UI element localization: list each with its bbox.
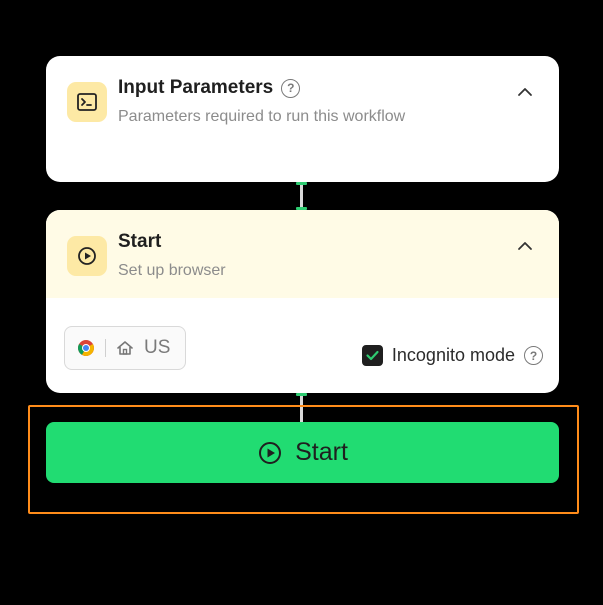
chevron-up-icon[interactable] xyxy=(517,84,533,100)
home-icon xyxy=(117,341,133,355)
check-icon xyxy=(366,350,379,361)
start-node-subtitle: Set up browser xyxy=(118,262,226,279)
chip-divider xyxy=(105,339,106,357)
help-icon[interactable]: ? xyxy=(281,78,301,98)
incognito-label: Incognito mode xyxy=(391,345,515,365)
input-parameters-node[interactable]: Input Parameters ? Parameters required t… xyxy=(46,56,559,182)
play-circle-icon xyxy=(259,441,282,464)
connector-handle[interactable] xyxy=(296,393,307,396)
play-circle-icon xyxy=(67,236,107,276)
start-button-label: Start xyxy=(295,438,348,466)
terminal-icon xyxy=(67,82,107,122)
input-parameters-header: Input Parameters ? Parameters required t… xyxy=(46,56,559,144)
workflow-canvas: Input Parameters ? Parameters required t… xyxy=(0,0,603,605)
incognito-checkbox[interactable] xyxy=(361,345,383,366)
chrome-icon xyxy=(78,340,94,356)
input-parameters-subtitle: Parameters required to run this workflow xyxy=(118,108,406,125)
start-node-header: Start Set up browser xyxy=(46,210,559,298)
connector-handle[interactable] xyxy=(296,182,307,185)
node-connector xyxy=(300,182,303,210)
help-icon[interactable]: ? xyxy=(524,346,543,365)
start-node-title: Start xyxy=(118,231,162,252)
incognito-option: Incognito mode ? xyxy=(361,345,543,366)
browser-settings-chip[interactable]: US xyxy=(64,326,186,370)
chevron-up-icon[interactable] xyxy=(517,238,533,254)
start-node[interactable]: Start Set up browser US Incognito mode ? xyxy=(46,210,559,393)
start-node-title-row: Start xyxy=(118,231,161,253)
browser-region: US xyxy=(144,337,171,358)
input-parameters-title-row: Input Parameters ? xyxy=(118,77,301,99)
input-parameters-title: Input Parameters xyxy=(118,77,274,98)
start-button[interactable]: Start xyxy=(46,422,559,483)
